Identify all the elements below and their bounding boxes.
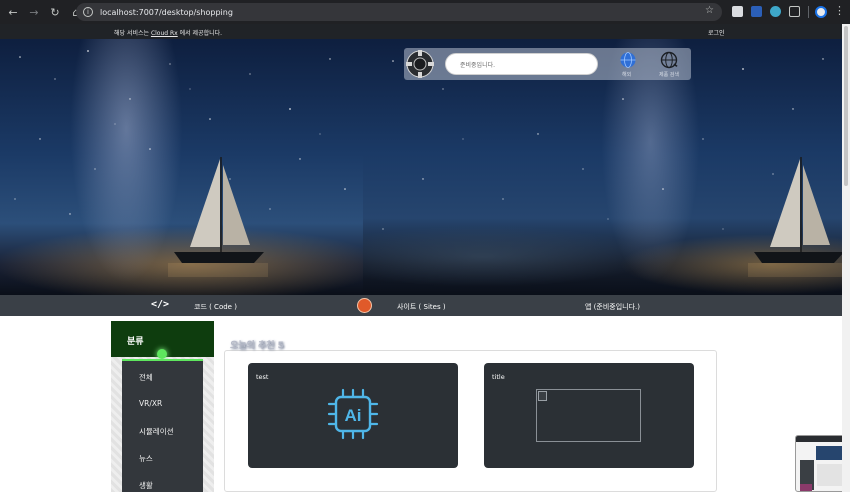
extension-icon[interactable] [732, 6, 743, 17]
category-apps[interactable]: 앱 (준비중입니다.) [585, 302, 640, 312]
site-icon[interactable] [357, 298, 372, 313]
sidebar-item-life[interactable]: 생활 [139, 480, 153, 491]
sidebar-item-news[interactable]: 뉴스 [139, 453, 153, 464]
ai-chip-icon: Ai [327, 388, 379, 440]
scrollbar-thumb[interactable] [844, 26, 848, 186]
world-search-label: 제품 검색 [659, 72, 679, 78]
arrow-left-icon[interactable]: ← [4, 3, 22, 21]
category-bar: </> 코드 ( Code ) 사이트 ( Sites ) 앱 (준비중입니다.… [0, 295, 842, 316]
category-code[interactable]: 코드 ( Code ) [194, 302, 237, 312]
card-title: title [492, 373, 505, 381]
product-card[interactable]: test Ai [248, 363, 458, 468]
site-info-icon[interactable]: i [83, 7, 93, 17]
page: ← → ↻ ⌂ i localhost:7007/desktop/shoppin… [0, 0, 850, 492]
sailboat-image [748, 157, 842, 277]
extension-icon[interactable] [751, 6, 762, 17]
reload-icon[interactable]: ↻ [46, 3, 64, 21]
code-icon[interactable]: </> [151, 299, 169, 310]
search-input[interactable]: 준비중입니다. [445, 53, 598, 75]
login-link[interactable]: 로그인 [708, 28, 725, 37]
site-top-bar: 해당 서비스는 Cloud Rx 에서 제공합니다. 로그인 [0, 24, 842, 39]
sidebar-list: 전체 VR/XR 시뮬레이션 뉴스 생활 [122, 359, 203, 492]
toolbar-divider [808, 6, 809, 18]
extension-icon[interactable] [770, 6, 781, 17]
sidebar-item-vr-xr[interactable]: VR/XR [139, 399, 162, 408]
profile-avatar[interactable] [815, 6, 827, 18]
recommend-title: 오늘의 추천 5 [230, 341, 284, 351]
browser-toolbar: ← → ↻ ⌂ i localhost:7007/desktop/shoppin… [0, 0, 850, 24]
arrow-right-icon[interactable]: → [25, 3, 43, 21]
cloud-rx-link[interactable]: Cloud Rx [151, 30, 178, 37]
category-sites[interactable]: 사이트 ( Sites ) [397, 302, 446, 312]
globe-label: 해외 [622, 72, 632, 78]
card-title: test [256, 373, 269, 381]
more-menu-icon[interactable]: ⋮ [834, 4, 845, 17]
sidebar-item-all[interactable]: 전체 [139, 372, 153, 383]
product-card[interactable]: title [484, 363, 694, 468]
hero-image-left [0, 39, 421, 295]
sidebar-title: 분류 [127, 337, 144, 347]
thumbnail-image [800, 484, 812, 491]
sidebar-item-simulation[interactable]: 시뮬레이션 [139, 426, 174, 437]
category-sidebar: 분류 전체 VR/XR 시뮬레이션 뉴스 생활 [111, 321, 214, 492]
globe-icon[interactable] [620, 52, 636, 68]
url-text: localhost:7007/desktop/shopping [100, 7, 233, 17]
bookmark-star-icon[interactable]: ☆ [705, 5, 714, 16]
world-search-icon[interactable] [660, 51, 680, 69]
broken-image [536, 389, 641, 442]
service-notice: 해당 서비스는 Cloud Rx 에서 제공합니다. [114, 28, 222, 37]
svg-text:Ai: Ai [345, 406, 362, 425]
extensions-puzzle-icon[interactable] [789, 6, 800, 17]
sidebar-indicator [157, 349, 167, 359]
address-bar[interactable]: i localhost:7007/desktop/shopping ☆ [76, 3, 722, 21]
site-logo-icon[interactable] [404, 49, 436, 79]
notice-prefix: 해당 서비스는 [114, 30, 151, 37]
notice-suffix: 에서 제공합니다. [177, 30, 223, 37]
sailboat-image [168, 157, 268, 277]
